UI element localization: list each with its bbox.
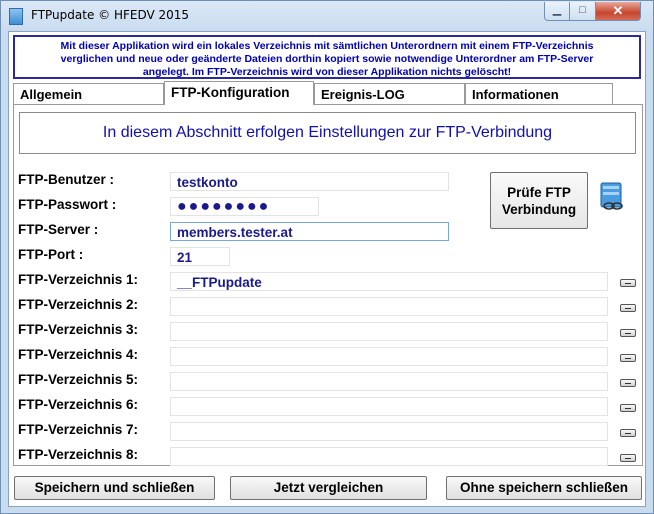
close-button[interactable]: ✕: [596, 2, 641, 21]
ftp-password-field[interactable]: ●●●●●●●●: [170, 197, 319, 216]
info-line-1: Mit dieser Applikation wird ein lokales …: [60, 40, 594, 52]
ftp-dir-4-remove-button[interactable]: [620, 354, 636, 362]
info-line-2: verglichen und neue oder geänderte Datei…: [60, 53, 594, 65]
app-icon: [9, 8, 23, 25]
tab-informationen[interactable]: Informationen: [465, 83, 613, 104]
ftp-dir-5-field[interactable]: [170, 372, 608, 391]
section-heading: In diesem Abschnitt erfolgen Einstellung…: [19, 112, 636, 154]
info-line-3: angelegt. Im FTP-Verzeichnis wird von di…: [142, 66, 512, 78]
ftp-dir-5-label: FTP-Verzeichnis 5:: [18, 372, 139, 387]
compare-now-button[interactable]: Jetzt vergleichen: [230, 476, 427, 500]
maximize-button[interactable]: □: [570, 2, 596, 21]
tab-ereignis-log[interactable]: Ereignis-LOG: [314, 83, 465, 104]
check-ftp-connection-button[interactable]: Prüfe FTP Verbindung: [490, 172, 588, 229]
check-button-line-2: Verbindung: [501, 202, 577, 217]
ftp-dir-6-remove-button[interactable]: [620, 404, 636, 412]
tab-allgemein[interactable]: Allgemein: [13, 83, 164, 104]
ftp-dir-1-field[interactable]: __FTPupdate: [170, 272, 608, 291]
ftp-dir-3-label: FTP-Verzeichnis 3:: [18, 322, 139, 337]
ftp-dir-2-field[interactable]: [170, 297, 608, 316]
ftp-dir-8-field[interactable]: [170, 447, 608, 466]
info-box: Mit dieser Applikation wird ein lokales …: [13, 35, 641, 79]
ftp-dir-1-remove-button[interactable]: [620, 279, 636, 287]
ftp-dir-3-field[interactable]: [170, 322, 608, 341]
app-window: FTPupdate © HFEDV 2015 ▁ □ ✕ Mit dieser …: [0, 0, 654, 514]
ftp-port-field[interactable]: 21: [170, 247, 230, 266]
ftp-dir-7-field[interactable]: [170, 422, 608, 441]
ftp-dir-6-label: FTP-Verzeichnis 6:: [18, 397, 139, 412]
tab-ftp-konfiguration[interactable]: FTP-Konfiguration: [164, 81, 314, 105]
ftp-dir-7-remove-button[interactable]: [620, 429, 636, 437]
database-link-icon[interactable]: [599, 182, 625, 212]
ftp-server-field[interactable]: members.tester.at: [170, 222, 449, 241]
ftp-dir-4-label: FTP-Verzeichnis 4:: [18, 347, 139, 362]
ftp-port-label: FTP-Port :: [18, 247, 84, 262]
ftp-dir-8-label: FTP-Verzeichnis 8:: [18, 447, 139, 462]
ftp-dir-5-remove-button[interactable]: [620, 379, 636, 387]
ftp-dir-1-label: FTP-Verzeichnis 1:: [18, 272, 139, 287]
ftp-user-label: FTP-Benutzer :: [18, 172, 114, 187]
title-bar[interactable]: FTPupdate © HFEDV 2015 ▁ □ ✕: [1, 1, 653, 31]
client-area: Mit dieser Applikation wird ein lokales …: [8, 31, 646, 507]
ftp-dir-2-remove-button[interactable]: [620, 304, 636, 312]
ftp-server-label: FTP-Server :: [18, 222, 99, 237]
ftp-password-label: FTP-Passwort :: [18, 197, 117, 212]
minimize-button[interactable]: ▁: [544, 2, 570, 21]
ftp-user-field[interactable]: testkonto: [170, 172, 449, 191]
ftp-dir-8-remove-button[interactable]: [620, 454, 636, 462]
ftp-dir-4-field[interactable]: [170, 347, 608, 366]
ftp-dir-2-label: FTP-Verzeichnis 2:: [18, 297, 139, 312]
ftp-dir-6-field[interactable]: [170, 397, 608, 416]
close-without-save-button[interactable]: Ohne speichern schließen: [446, 476, 642, 500]
ftp-dir-3-remove-button[interactable]: [620, 329, 636, 337]
ftp-dir-7-label: FTP-Verzeichnis 7:: [18, 422, 139, 437]
check-button-line-1: Prüfe FTP: [507, 185, 571, 200]
window-title: FTPupdate © HFEDV 2015: [31, 8, 190, 22]
save-and-close-button[interactable]: Speichern und schließen: [14, 476, 215, 500]
